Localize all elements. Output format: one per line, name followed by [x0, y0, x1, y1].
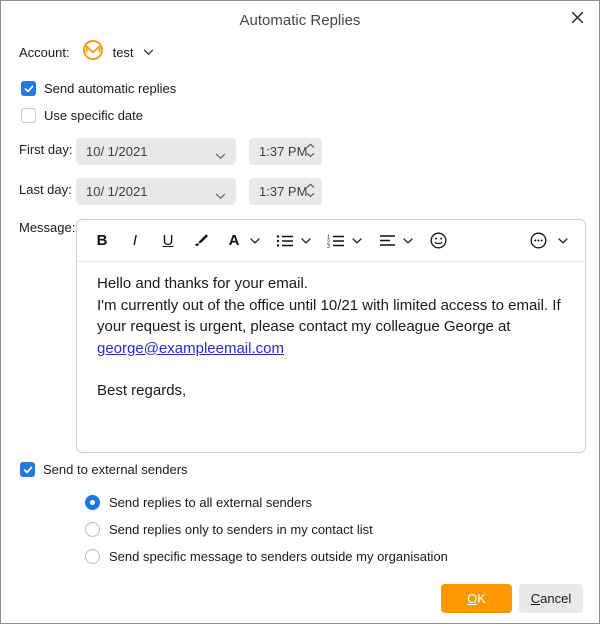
italic-button[interactable]: I: [126, 229, 144, 253]
first-day-label: First day:: [19, 142, 73, 157]
radio-row-specific-message: Send specific message to senders outside…: [85, 549, 448, 564]
last-day-time-value: 1:37 PM: [259, 184, 308, 199]
last-day-chevron-down-icon: [215, 188, 226, 203]
use-specific-date-row: Use specific date: [21, 108, 143, 123]
format-painter-button[interactable]: [192, 229, 210, 253]
last-day-row: Last day:: [19, 182, 72, 197]
more-options-button[interactable]: [529, 229, 547, 253]
align-chevron-down-icon[interactable]: [402, 229, 414, 253]
send-to-external-senders-label[interactable]: Send to external senders: [43, 462, 188, 477]
use-specific-date-checkbox[interactable]: [21, 108, 36, 123]
chevron-up-icon: [306, 143, 315, 148]
message-paragraph: I'm currently out of the office until 10…: [97, 295, 565, 360]
checkmark-icon: [24, 80, 34, 98]
last-day-spinner-arrows[interactable]: [306, 183, 315, 198]
align-button[interactable]: [378, 229, 396, 253]
last-day-date-value: 10/ 1/2021: [86, 184, 148, 199]
cancel-button-accesskey: C: [530, 591, 541, 606]
first-day-time-spinner[interactable]: 1:37 PM: [249, 138, 322, 165]
first-day-date-select[interactable]: 10/ 1/2021: [76, 138, 236, 165]
close-icon: [571, 11, 584, 29]
bullet-list-icon: [276, 234, 293, 247]
chevron-down-icon: [306, 152, 315, 158]
editor-toolbar: B I U A 1 2 3: [77, 220, 585, 262]
send-to-external-senders-checkbox[interactable]: [20, 462, 35, 477]
numbered-list-chevron-down-icon[interactable]: [351, 229, 363, 253]
last-day-date-select[interactable]: 10/ 1/2021: [76, 178, 236, 205]
account-row: Account: test: [19, 39, 154, 66]
radio-all-external-senders-label[interactable]: Send replies to all external senders: [109, 495, 312, 510]
first-day-time-value: 1:37 PM: [259, 144, 308, 159]
account-chevron-down-icon[interactable]: [143, 49, 154, 56]
send-automatic-replies-label[interactable]: Send automatic replies: [44, 81, 176, 96]
message-row: Message:: [19, 220, 75, 235]
more-options-chevron-down-icon[interactable]: [557, 229, 569, 253]
ok-button-rest: K: [477, 591, 486, 606]
radio-specific-message-label[interactable]: Send specific message to senders outside…: [109, 549, 448, 564]
bullet-list-chevron-down-icon[interactable]: [300, 229, 312, 253]
account-label: Account:: [19, 44, 70, 60]
send-to-external-senders-row: Send to external senders: [20, 462, 188, 477]
chevron-down-icon: [306, 192, 315, 198]
message-closing: Best regards,: [97, 382, 187, 399]
font-color-button[interactable]: A: [225, 229, 243, 253]
message-editor: B I U A 1 2 3 Hello and thanks for your …: [76, 219, 586, 453]
cancel-button[interactable]: Cancel: [519, 584, 583, 613]
bold-button[interactable]: B: [93, 229, 111, 253]
message-label: Message:: [19, 220, 76, 235]
emclient-envelope-icon: [82, 39, 104, 66]
close-button[interactable]: [568, 11, 586, 29]
chevron-up-icon: [306, 183, 315, 188]
font-color-chevron-down-icon[interactable]: [249, 229, 261, 253]
format-painter-icon: [194, 234, 208, 246]
checkmark-icon: [23, 461, 33, 479]
first-day-spinner-arrows[interactable]: [306, 143, 315, 158]
send-automatic-replies-row: Send automatic replies: [21, 81, 176, 96]
numbered-list-icon: 1 2 3: [327, 234, 344, 248]
message-line-1: Hello and thanks for your email.: [97, 275, 308, 292]
radio-dot: [90, 500, 95, 505]
radio-row-contact-list: Send replies only to senders in my conta…: [85, 522, 373, 537]
send-automatic-replies-checkbox[interactable]: [21, 81, 36, 96]
numbered-list-button[interactable]: 1 2 3: [327, 229, 345, 253]
radio-row-all-external: Send replies to all external senders: [85, 495, 312, 510]
ok-button[interactable]: OK: [441, 584, 512, 613]
automatic-replies-dialog: Automatic Replies Account: test Send aut…: [0, 0, 600, 624]
svg-text:3: 3: [327, 244, 330, 248]
radio-all-external-senders[interactable]: [85, 495, 100, 510]
emoji-button[interactable]: [429, 229, 447, 253]
account-selector[interactable]: [82, 39, 104, 66]
bullet-list-button[interactable]: [276, 229, 294, 253]
radio-contact-list-only-label[interactable]: Send replies only to senders in my conta…: [109, 522, 373, 537]
account-name[interactable]: test: [113, 45, 134, 60]
ok-button-accesskey: O: [467, 591, 478, 606]
message-body[interactable]: Hello and thanks for your email. I'm cur…: [77, 262, 585, 413]
radio-contact-list-only[interactable]: [85, 522, 100, 537]
underline-button[interactable]: U: [159, 229, 177, 253]
colleague-email-link[interactable]: george@exampleemail.com: [97, 340, 284, 357]
first-day-chevron-down-icon: [215, 148, 226, 163]
radio-specific-message[interactable]: [85, 549, 100, 564]
use-specific-date-label[interactable]: Use specific date: [44, 108, 143, 123]
last-day-label: Last day:: [19, 182, 72, 197]
message-body-text: I'm currently out of the office until 10…: [97, 296, 561, 336]
smiley-icon: [430, 232, 446, 249]
first-day-row: First day:: [19, 142, 72, 157]
more-options-icon: [530, 232, 546, 249]
cancel-button-rest: ancel: [540, 591, 572, 606]
first-day-date-value: 10/ 1/2021: [86, 144, 148, 159]
dialog-title: Automatic Replies: [239, 12, 361, 29]
align-left-icon: [379, 235, 395, 246]
last-day-time-spinner[interactable]: 1:37 PM: [249, 178, 322, 205]
